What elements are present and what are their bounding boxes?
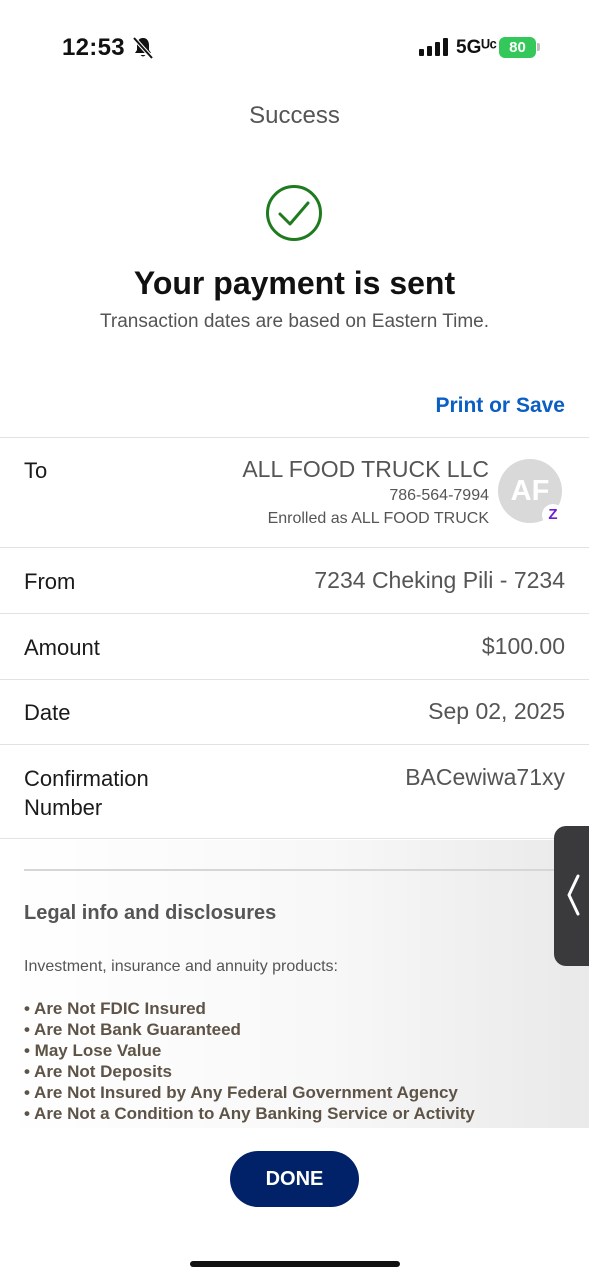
divider [0, 613, 589, 614]
date-label: Date [24, 700, 71, 725]
from-account-value: 7234 Cheking Pili - 7234 [314, 567, 565, 593]
cellular-signal-icon [419, 38, 448, 56]
status-time: 12:53 [62, 34, 125, 61]
amount-label: Amount [24, 635, 100, 660]
legal-disclosure-item: • Are Not Deposits [24, 1062, 172, 1081]
page-title: Success [249, 102, 340, 129]
legal-disclosure-list: • Are Not FDIC Insured • Are Not Bank Gu… [24, 998, 475, 1124]
timezone-note: Transaction dates are based on Eastern T… [99, 311, 489, 332]
chevron-left-icon [567, 874, 580, 916]
confirmation-label-line1: Confirmation [24, 766, 149, 791]
network-type: 5Gᵁᶜ [456, 37, 497, 58]
home-indicator[interactable] [190, 1261, 400, 1267]
divider [0, 679, 589, 680]
confirmation-number-label: Confirmation Number [24, 764, 149, 822]
zelle-badge-icon: Z [542, 504, 564, 526]
legal-disclosure-item: • Are Not FDIC Insured [24, 999, 206, 1018]
legal-disclosure-item: • May Lose Value [24, 1041, 162, 1060]
payment-sent-heading: Your payment is sent [133, 265, 456, 301]
legal-disclosure-item: • Are Not Bank Guaranteed [24, 1020, 241, 1039]
recipient-name: ALL FOOD TRUCK LLC [242, 456, 489, 482]
legal-disclosure-item: • Are Not Insured by Any Federal Governm… [24, 1083, 458, 1102]
legal-disclosure-item: • Are Not a Condition to Any Banking Ser… [24, 1104, 475, 1123]
bell-slash-icon [132, 36, 154, 60]
to-label: To [24, 458, 48, 483]
divider [0, 744, 589, 745]
status-bar: 12:53 5Gᵁᶜ 80 [0, 0, 589, 90]
side-drawer-tab[interactable] [554, 826, 589, 966]
legal-heading: Legal info and disclosures [24, 902, 277, 924]
recipient-enrolled-name: Enrolled as ALL FOOD TRUCK [267, 510, 489, 527]
battery-icon: 80 [499, 37, 536, 58]
divider [0, 547, 589, 548]
divider [0, 437, 589, 438]
from-label: From [24, 569, 76, 594]
done-button[interactable]: DONE [230, 1151, 359, 1207]
amount-value: $100.00 [481, 633, 565, 659]
date-value: Sep 02, 2025 [428, 698, 565, 724]
battery-tip [537, 43, 540, 51]
checkmark-circle-icon [266, 185, 322, 241]
confirmation-label-line2: Number [24, 795, 103, 820]
print-or-save-link[interactable]: Print or Save [435, 394, 565, 418]
recipient-phone: 786-564-7994 [389, 487, 489, 504]
divider [0, 838, 589, 839]
confirmation-number-value: BACewiwa71xy [405, 764, 565, 790]
legal-divider [24, 869, 589, 871]
legal-intro-text: Investment, insurance and annuity produc… [24, 958, 338, 975]
